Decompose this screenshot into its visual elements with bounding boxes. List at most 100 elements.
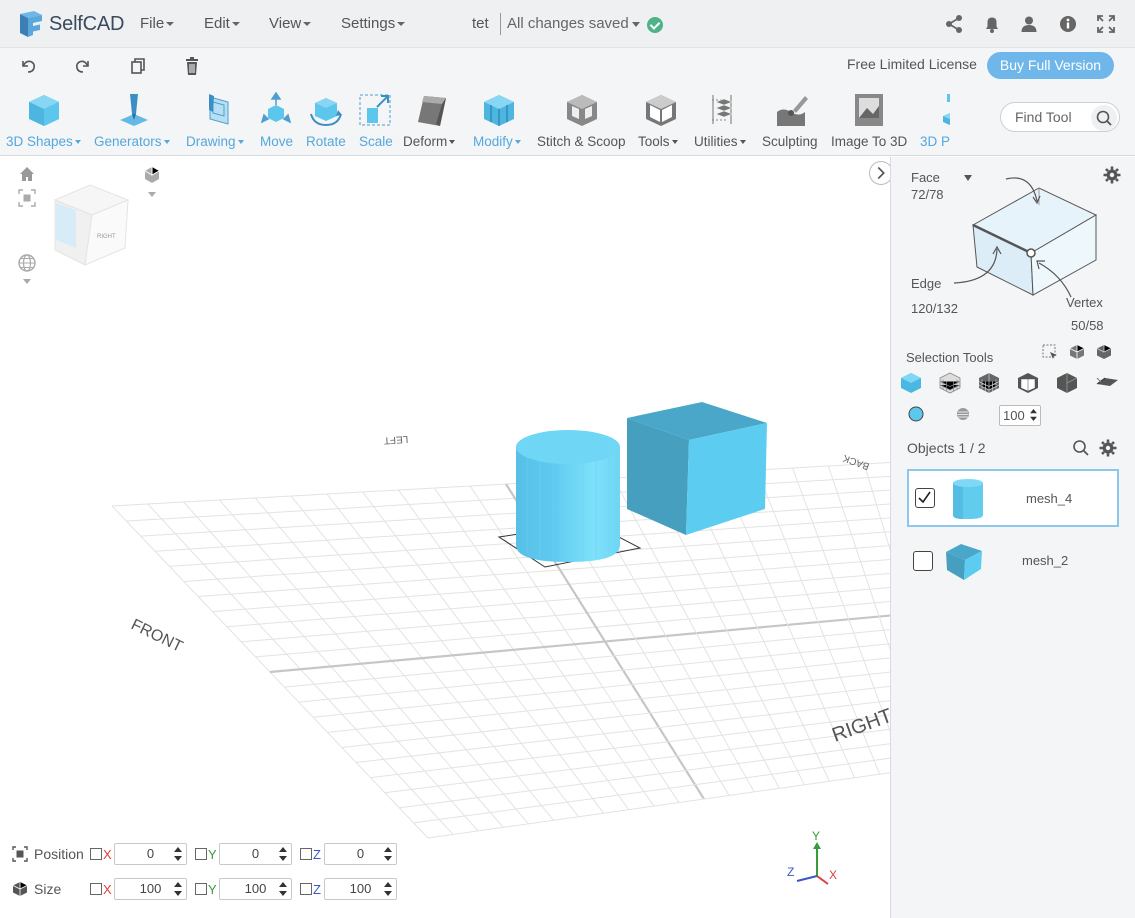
grid-line xyxy=(140,489,890,537)
scene-canvas[interactable]: FRONT RIGHT LEFT BACK Y X Z RIGHT xyxy=(0,157,890,918)
size-z-checkbox[interactable] xyxy=(300,883,312,895)
grid-line xyxy=(341,685,890,748)
tool-label-text: Utilities xyxy=(694,134,738,149)
opacity-stepper[interactable]: 100 xyxy=(999,405,1041,426)
user-icon[interactable] xyxy=(1019,14,1039,34)
size-z-stepper[interactable]: 100 xyxy=(324,878,397,900)
find-tool-search[interactable] xyxy=(1000,102,1120,132)
selection-mode-diagram[interactable] xyxy=(911,175,1121,310)
position-z-checkbox[interactable] xyxy=(300,848,312,860)
front-label: FRONT xyxy=(128,616,185,656)
size-x-stepper[interactable]: 100 xyxy=(114,878,187,900)
object-item-mesh-2[interactable]: mesh_2 xyxy=(907,531,1119,589)
chevron-down-icon xyxy=(303,22,312,27)
vertex-count: 50/58 xyxy=(1071,318,1104,333)
select-connected-icon[interactable] xyxy=(1068,343,1086,361)
chevron-down-icon[interactable] xyxy=(632,22,640,27)
position-z-stepper[interactable]: 0 xyxy=(324,843,397,865)
share-icon[interactable] xyxy=(944,14,964,34)
menu-view[interactable]: View xyxy=(269,15,312,32)
info-icon[interactable] xyxy=(1058,14,1078,34)
cube-object[interactable] xyxy=(627,402,767,535)
position-y-stepper[interactable]: 0 xyxy=(219,843,292,865)
menu-edit-label: Edit xyxy=(204,15,230,32)
modify-icon xyxy=(484,95,514,126)
opacity-value: 100 xyxy=(1003,408,1025,423)
opacity-icon xyxy=(957,408,969,420)
redo-icon[interactable] xyxy=(73,56,93,76)
stepper-arrows-icon[interactable] xyxy=(279,847,287,861)
object-checkbox-checked[interactable] xyxy=(915,488,935,508)
fullscreen-icon[interactable] xyxy=(1096,14,1116,34)
find-tool-input[interactable] xyxy=(1015,109,1093,125)
globe-icon[interactable] xyxy=(17,253,37,287)
cylinder-object[interactable] xyxy=(516,430,620,562)
menu-file[interactable]: File xyxy=(140,15,175,32)
app-logo[interactable]: SelfCAD xyxy=(16,8,124,40)
stepper-arrows-icon[interactable] xyxy=(1030,409,1037,421)
select-solid-icon[interactable] xyxy=(1056,372,1078,394)
edge-count: 120/132 xyxy=(911,301,958,316)
search-icon[interactable] xyxy=(1091,105,1117,131)
bell-icon[interactable] xyxy=(982,14,1002,34)
edge-mode-label[interactable]: Edge xyxy=(911,276,941,291)
select-vertices-icon[interactable] xyxy=(1017,372,1039,394)
stepper-arrows-icon[interactable] xyxy=(174,847,182,861)
home-icon[interactable] xyxy=(17,164,37,184)
trash-icon[interactable] xyxy=(182,56,202,76)
vertex-mode-label[interactable]: Vertex xyxy=(1066,295,1103,310)
tool-label-text: Deform xyxy=(403,134,448,149)
tool-label-text: Rotate xyxy=(306,134,346,149)
position-y-checkbox[interactable] xyxy=(195,848,207,860)
check-circle-icon xyxy=(647,17,663,33)
duplicate-icon[interactable] xyxy=(128,56,148,76)
position-x-value: 0 xyxy=(146,846,155,861)
save-status[interactable]: All changes saved xyxy=(507,15,629,32)
grid-line xyxy=(212,559,890,613)
select-object-icon[interactable] xyxy=(900,372,922,394)
3d-viewport[interactable]: FRONT RIGHT LEFT BACK Y X Z RIGHT Positi… xyxy=(0,157,890,918)
stepper-arrows-icon[interactable] xyxy=(174,882,182,896)
buy-full-version-button[interactable]: Buy Full Version xyxy=(987,52,1114,79)
stepper-arrows-icon[interactable] xyxy=(384,882,392,896)
stepper-arrows-icon[interactable] xyxy=(279,882,287,896)
size-x-checkbox[interactable] xyxy=(90,883,102,895)
axis-z-label: Z xyxy=(787,865,794,879)
license-label: Free Limited License xyxy=(847,56,977,72)
gear-icon[interactable] xyxy=(1099,439,1117,457)
select-edges-icon[interactable] xyxy=(978,372,1000,394)
tool-3d-p[interactable]: 3D P xyxy=(0,90,950,152)
chevron-down-icon xyxy=(397,22,406,27)
y-axis-label: Y xyxy=(208,881,217,897)
position-label: Position xyxy=(34,846,84,862)
object-checkbox-unchecked[interactable] xyxy=(913,551,933,571)
color-swatch[interactable] xyxy=(908,406,924,422)
size-y-stepper[interactable]: 100 xyxy=(219,878,292,900)
position-x-checkbox[interactable] xyxy=(90,848,102,860)
menu-settings[interactable]: Settings xyxy=(341,15,406,32)
tools-icon xyxy=(646,95,676,126)
select-all-icon[interactable] xyxy=(1095,343,1113,361)
position-y-value: 0 xyxy=(251,846,260,861)
select-plane-icon[interactable] xyxy=(1095,372,1119,394)
menu-edit[interactable]: Edit xyxy=(204,15,240,32)
tool-label-text: Image To 3D xyxy=(831,134,908,149)
undo-icon[interactable] xyxy=(18,56,38,76)
right-label: RIGHT xyxy=(829,705,890,747)
fit-view-icon[interactable] xyxy=(18,189,36,207)
position-x-stepper[interactable]: 0 xyxy=(114,843,187,865)
image-to-3d-icon xyxy=(855,94,883,126)
select-area-icon[interactable] xyxy=(1041,343,1059,361)
chevron-down-icon xyxy=(163,140,170,145)
object-item-mesh-4[interactable]: mesh_4 xyxy=(907,469,1119,527)
project-name[interactable]: tet xyxy=(472,15,489,32)
size-y-checkbox[interactable] xyxy=(195,883,207,895)
projection-icon[interactable] xyxy=(142,164,162,198)
select-faces-icon[interactable] xyxy=(939,372,961,394)
stepper-arrows-icon[interactable] xyxy=(384,847,392,861)
axis-gizmo: Y X Z xyxy=(787,829,837,885)
view-cube[interactable]: RIGHT xyxy=(53,184,130,266)
search-icon[interactable] xyxy=(1072,439,1090,457)
selection-tools-title: Selection Tools xyxy=(906,350,994,365)
tool-label: Modify xyxy=(473,134,521,149)
